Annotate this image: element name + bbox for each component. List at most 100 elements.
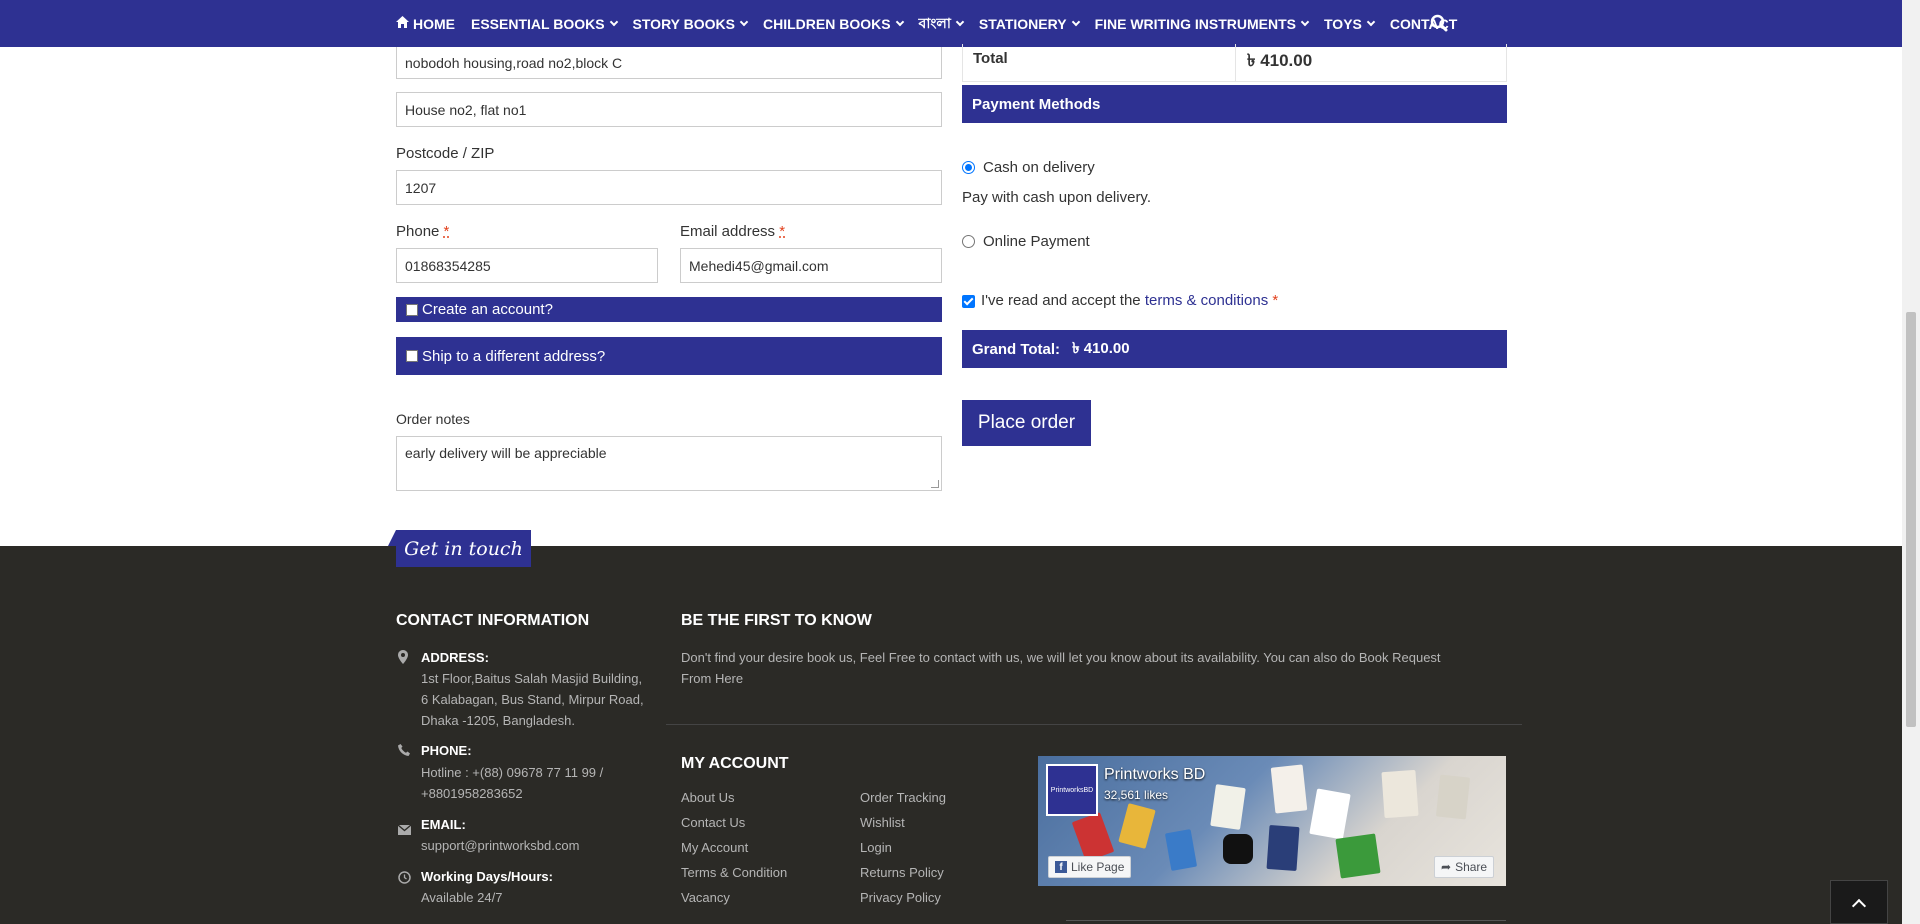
chevron-down-icon <box>895 17 904 26</box>
textarea-value: early delivery will be appreciable <box>405 445 607 461</box>
footer-link-vacancy[interactable]: Vacancy <box>681 890 730 905</box>
nav-item-story-books[interactable]: STORY BOOKS <box>633 16 749 32</box>
book-cover-image <box>1118 803 1156 849</box>
resize-handle[interactable] <box>931 480 939 488</box>
nav-label: FINE WRITING INSTRUMENTS <box>1094 15 1296 32</box>
get-in-touch-tab: Get in touch <box>396 530 531 567</box>
hours-label: Working Days/Hours: <box>421 869 553 884</box>
email-input[interactable]: Mehedi45@gmail.com <box>680 248 942 283</box>
nav-label: HOME <box>413 15 455 32</box>
footer-link-order-tracking[interactable]: Order Tracking <box>860 790 946 805</box>
footer-link-about-us[interactable]: About Us <box>681 790 734 805</box>
chevron-down-icon <box>1071 17 1080 26</box>
footer-link-returns[interactable]: Returns Policy <box>860 865 944 880</box>
create-account-toggle[interactable]: Create an account? <box>396 297 942 322</box>
order-notes-label: Order notes <box>396 411 470 427</box>
book-cover-image <box>1381 769 1419 819</box>
footer-link-terms[interactable]: Terms & Condition <box>681 865 787 880</box>
be-first-line[interactable]: From Here <box>681 668 1511 689</box>
main-navbar: HOME ESSENTIAL BOOKS STORY BOOKS CHILDRE… <box>0 0 1902 47</box>
ink-bottle-image <box>1223 834 1253 864</box>
nav-label: বাংলা <box>918 14 951 31</box>
like-label: Like Page <box>1071 860 1125 874</box>
page-scrollbar[interactable] <box>1902 0 1920 924</box>
chevron-down-icon <box>1300 17 1310 26</box>
nav-menu: HOME ESSENTIAL BOOKS STORY BOOKS CHILDRE… <box>396 0 1473 47</box>
total-label: Total <box>973 50 1008 67</box>
book-cover-image <box>1164 829 1198 871</box>
nav-item-home[interactable]: HOME <box>396 16 455 32</box>
address-label: ADDRESS: <box>421 650 489 665</box>
nav-item-toys[interactable]: TOYS <box>1324 16 1376 32</box>
phone-line: Hotline : +(88) 09678 77 11 99 / <box>421 765 604 780</box>
nav-item-stationery[interactable]: STATIONERY <box>978 15 1080 32</box>
nav-item-children-books[interactable]: CHILDREN BOOKS <box>763 16 904 32</box>
grand-total-value: ৳ 410.00 <box>1072 339 1130 357</box>
envelope-icon <box>397 823 412 838</box>
tab-notch <box>388 530 396 546</box>
nav-item-fine-writing[interactable]: FINE WRITING INSTRUMENTS <box>1094 15 1310 32</box>
my-account-heading: MY ACCOUNT <box>681 755 789 772</box>
map-marker-icon <box>398 650 408 667</box>
share-icon: ➦ <box>1441 860 1452 874</box>
book-cover-image <box>1270 764 1308 814</box>
postcode-label: Postcode / ZIP <box>396 145 495 162</box>
search-icon[interactable] <box>1430 14 1448 32</box>
cash-on-delivery-label[interactable]: Cash on delivery <box>983 159 1095 176</box>
ship-different-checkbox[interactable] <box>406 350 418 362</box>
facebook-page-widget[interactable]: PrintworksBD Printworks BD 32,561 likes … <box>1038 756 1506 886</box>
payment-methods-title: Payment Methods <box>972 95 1101 113</box>
order-notes-textarea[interactable]: early delivery will be appreciable <box>396 436 942 491</box>
ship-different-label: Ship to a different address? <box>422 347 606 365</box>
cash-on-delivery-radio[interactable] <box>962 161 975 174</box>
nav-label: STATIONERY <box>978 15 1067 32</box>
place-order-button[interactable]: Place order <box>962 400 1091 446</box>
input-value: nobodoh housing,road no2,block C <box>405 54 623 71</box>
hours-text: Available 24/7 <box>421 890 503 905</box>
footer-divider <box>666 724 1522 725</box>
phone-label: Phone * <box>396 223 449 240</box>
fb-page-name[interactable]: Printworks BD <box>1104 766 1205 784</box>
footer-link-wishlist[interactable]: Wishlist <box>860 815 905 830</box>
back-to-top-button[interactable] <box>1830 880 1888 924</box>
fb-share-button[interactable]: ➦ Share <box>1434 856 1495 878</box>
book-cover-image <box>1335 833 1381 879</box>
be-first-text: Don't find your desire book us, Feel Fre… <box>681 647 1511 689</box>
total-value: ৳ 410.00 <box>1247 51 1313 70</box>
be-first-heading: BE THE FIRST TO KNOW <box>681 612 872 629</box>
nav-item-bangla[interactable]: বাংলা <box>918 12 965 36</box>
input-value: House no2, flat no1 <box>405 101 527 118</box>
phone-label-footer: PHONE: <box>421 743 472 758</box>
footer-link-privacy[interactable]: Privacy Policy <box>860 890 941 905</box>
book-cover-image <box>1309 788 1351 840</box>
street-address-line2-input[interactable]: House no2, flat no1 <box>396 92 942 127</box>
create-account-checkbox[interactable] <box>406 303 418 316</box>
postcode-input[interactable]: 1207 <box>396 170 942 205</box>
footer-link-contact-us[interactable]: Contact Us <box>681 815 745 830</box>
phone-line: +8801958283652 <box>421 786 523 801</box>
ship-different-toggle[interactable]: Ship to a different address? <box>396 337 942 375</box>
address-text: 1st Floor,Baitus Salah Masjid Building, … <box>421 668 644 731</box>
phone-input[interactable]: 01868354285 <box>396 248 658 283</box>
online-payment-radio[interactable] <box>962 235 975 248</box>
input-value: 1207 <box>405 179 437 196</box>
fb-like-button[interactable]: f Like Page <box>1048 856 1132 878</box>
footer-link-my-account[interactable]: My Account <box>681 840 748 855</box>
input-value: 01868354285 <box>405 257 491 274</box>
terms-link[interactable]: terms & conditions <box>1145 292 1268 309</box>
address-line: 6 Kalabagan, Bus Stand, Mirpur Road, <box>421 692 644 707</box>
chevron-up-icon <box>1851 898 1867 914</box>
online-payment-label[interactable]: Online Payment <box>983 233 1090 250</box>
street-address-line1-input[interactable]: nobodoh housing,road no2,block C <box>396 47 942 79</box>
book-cover-image <box>1071 812 1115 862</box>
terms-prefix: I've read and accept the <box>981 292 1141 309</box>
footer-link-login[interactable]: Login <box>860 840 892 855</box>
terms-checkbox[interactable] <box>962 295 975 308</box>
email-label: Email address * <box>680 223 785 240</box>
nav-label: ESSENTIAL BOOKS <box>471 15 605 32</box>
scrollbar-thumb[interactable] <box>1906 312 1916 727</box>
required-mark: * <box>779 223 786 240</box>
email-text[interactable]: support@printworksbd.com <box>421 835 579 856</box>
nav-item-essential-books[interactable]: ESSENTIAL BOOKS <box>471 15 618 32</box>
share-label: Share <box>1455 860 1488 874</box>
